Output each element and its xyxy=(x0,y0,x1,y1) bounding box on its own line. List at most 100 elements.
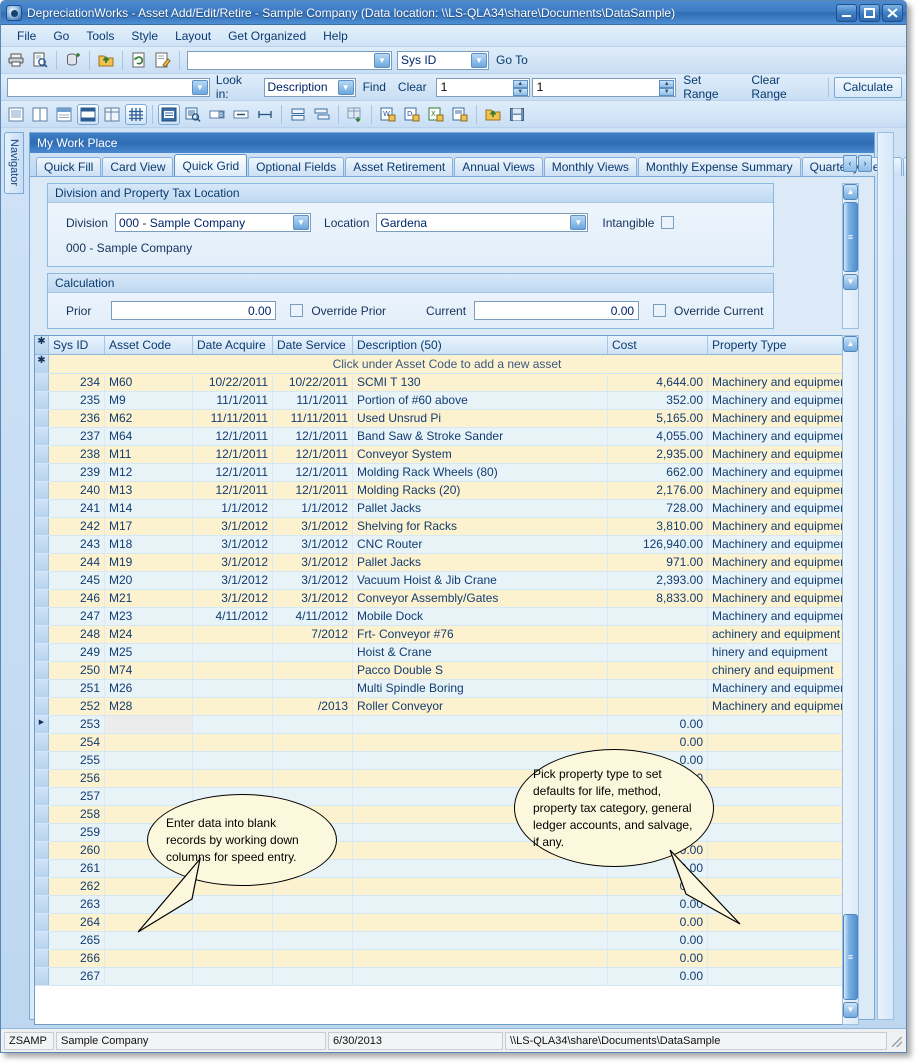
cell-sys-id[interactable]: 235 xyxy=(49,392,105,409)
table-insert-icon[interactable] xyxy=(344,104,366,125)
cell-description[interactable]: Hoist & Crane xyxy=(353,644,608,661)
cell-description[interactable] xyxy=(353,950,608,967)
cell-property-type[interactable] xyxy=(708,770,845,787)
cell-date-service[interactable] xyxy=(273,752,353,769)
cell-sys-id[interactable]: 256 xyxy=(49,770,105,787)
query-icon[interactable] xyxy=(182,104,204,125)
cell-sys-id[interactable]: 263 xyxy=(49,896,105,913)
table-row[interactable]: 249M25Hoist & Cranehinery and equipment xyxy=(35,644,845,662)
cell-asset-code[interactable]: M9 xyxy=(105,392,193,409)
scroll-down-icon[interactable]: ▼ xyxy=(843,1002,858,1018)
cell-sys-id[interactable]: 244 xyxy=(49,554,105,571)
cell-cost[interactable]: 0.00 xyxy=(608,950,708,967)
row-selector[interactable] xyxy=(35,806,49,823)
find-button[interactable]: Find xyxy=(358,80,391,94)
clear-button[interactable]: Clear xyxy=(393,80,432,94)
cell-sys-id[interactable]: 253 xyxy=(49,716,105,733)
cell-sys-id[interactable]: 239 xyxy=(49,464,105,481)
column-header-description[interactable]: Description (50) xyxy=(353,336,608,354)
cell-property-type[interactable]: Machinery and equipment xyxy=(708,572,845,589)
row-selector[interactable] xyxy=(35,968,49,985)
cell-property-type[interactable]: Machinery and equipment xyxy=(708,698,845,715)
override-prior-checkbox[interactable] xyxy=(290,304,303,317)
cell-asset-code[interactable] xyxy=(105,788,193,805)
cell-asset-code[interactable]: M18 xyxy=(105,536,193,553)
cell-property-type[interactable] xyxy=(708,716,845,733)
export-doc-icon[interactable]: D xyxy=(401,104,423,125)
export-excel-icon[interactable]: X xyxy=(425,104,447,125)
cell-date-service[interactable] xyxy=(273,770,353,787)
save-icon[interactable] xyxy=(506,104,528,125)
cell-sys-id[interactable]: 251 xyxy=(49,680,105,697)
cell-sys-id[interactable]: 247 xyxy=(49,608,105,625)
row-selector[interactable] xyxy=(35,842,49,859)
cell-cost[interactable] xyxy=(608,680,708,697)
tab-card-view[interactable]: Card View xyxy=(102,157,173,176)
group-tree-icon[interactable] xyxy=(311,104,333,125)
row-selector[interactable] xyxy=(35,896,49,913)
row-selector[interactable] xyxy=(35,392,49,409)
cell-property-type[interactable]: Machinery and equipment xyxy=(708,374,845,391)
cell-property-type[interactable]: Machinery and equipment xyxy=(708,464,845,481)
cell-description[interactable]: Frt- Conveyor #76 xyxy=(353,626,608,643)
cell-asset-code[interactable]: M14 xyxy=(105,500,193,517)
cell-description[interactable]: Molding Rack Wheels (80) xyxy=(353,464,608,481)
cell-cost[interactable]: 2,935.00 xyxy=(608,446,708,463)
measure-icon[interactable] xyxy=(254,104,276,125)
table-row[interactable]: 2560.00 xyxy=(35,770,845,788)
cell-property-type[interactable] xyxy=(708,788,845,805)
row-selector[interactable] xyxy=(35,950,49,967)
cell-date-acquire[interactable] xyxy=(193,716,273,733)
row-selector[interactable] xyxy=(35,554,49,571)
table-row[interactable]: 2530.00 xyxy=(35,716,845,734)
cell-asset-code[interactable]: M25 xyxy=(105,644,193,661)
find-value-combo[interactable]: ▼ xyxy=(7,78,210,97)
cell-property-type[interactable]: Machinery and equipment xyxy=(708,500,845,517)
cell-cost[interactable]: 662.00 xyxy=(608,464,708,481)
table-row[interactable]: 243M183/1/20123/1/2012CNC Router126,940.… xyxy=(35,536,845,554)
cell-asset-code[interactable]: M74 xyxy=(105,662,193,679)
edit-note-icon[interactable] xyxy=(152,50,174,71)
chevron-down-icon[interactable]: ▼ xyxy=(338,80,354,95)
menu-item-tools[interactable]: Tools xyxy=(78,27,122,45)
column-header-sys-id[interactable]: Sys ID xyxy=(49,336,105,354)
cell-asset-code[interactable] xyxy=(105,752,193,769)
cell-date-service[interactable]: 3/1/2012 xyxy=(273,536,353,553)
single-field-icon[interactable] xyxy=(230,104,252,125)
look-in-combo[interactable]: Description ▼ xyxy=(264,78,356,97)
cell-date-acquire[interactable]: 4/11/2012 xyxy=(193,608,273,625)
cell-date-acquire[interactable]: 1/1/2012 xyxy=(193,500,273,517)
cell-description[interactable]: Vacuum Hoist & Jib Crane xyxy=(353,572,608,589)
table-row[interactable]: 247M234/11/20124/11/2012Mobile DockMachi… xyxy=(35,608,845,626)
cell-sys-id[interactable]: 257 xyxy=(49,788,105,805)
cell-sys-id[interactable]: 250 xyxy=(49,662,105,679)
row-selector[interactable] xyxy=(35,662,49,679)
cell-description[interactable] xyxy=(353,914,608,931)
cell-sys-id[interactable]: 237 xyxy=(49,428,105,445)
cell-date-service[interactable] xyxy=(273,968,353,985)
cell-description[interactable] xyxy=(353,896,608,913)
tab-quick-fill[interactable]: Quick Fill xyxy=(36,157,101,176)
menu-item-layout[interactable]: Layout xyxy=(167,27,219,45)
cell-date-service[interactable] xyxy=(273,914,353,931)
cell-sys-id[interactable]: 266 xyxy=(49,950,105,967)
cell-description[interactable]: Molding Racks (20) xyxy=(353,482,608,499)
cell-date-acquire[interactable]: 3/1/2012 xyxy=(193,590,273,607)
intangible-checkbox[interactable] xyxy=(661,216,674,229)
cell-description[interactable]: Conveyor Assembly/Gates xyxy=(353,590,608,607)
cell-date-service[interactable]: 7/2012 xyxy=(273,626,353,643)
row-selector[interactable] xyxy=(35,482,49,499)
cell-cost[interactable] xyxy=(608,626,708,643)
table-row[interactable]: 250M74Pacco Double Schinery and equipmen… xyxy=(35,662,845,680)
cell-cost[interactable]: 2,393.00 xyxy=(608,572,708,589)
column-header-property-type[interactable]: Property Type xyxy=(708,336,845,354)
cell-description[interactable] xyxy=(353,860,608,877)
close-button[interactable] xyxy=(882,4,903,22)
table-row[interactable]: 2540.00 xyxy=(35,734,845,752)
grid-vertical-scrollbar[interactable]: ▲ ▼ xyxy=(842,335,859,1025)
cell-sys-id[interactable]: 248 xyxy=(49,626,105,643)
cell-property-type[interactable]: Machinery and equipment xyxy=(708,410,845,427)
cell-sys-id[interactable]: 243 xyxy=(49,536,105,553)
chevron-down-icon[interactable]: ▼ xyxy=(374,53,390,68)
form-scroll-thumb[interactable] xyxy=(843,202,858,272)
